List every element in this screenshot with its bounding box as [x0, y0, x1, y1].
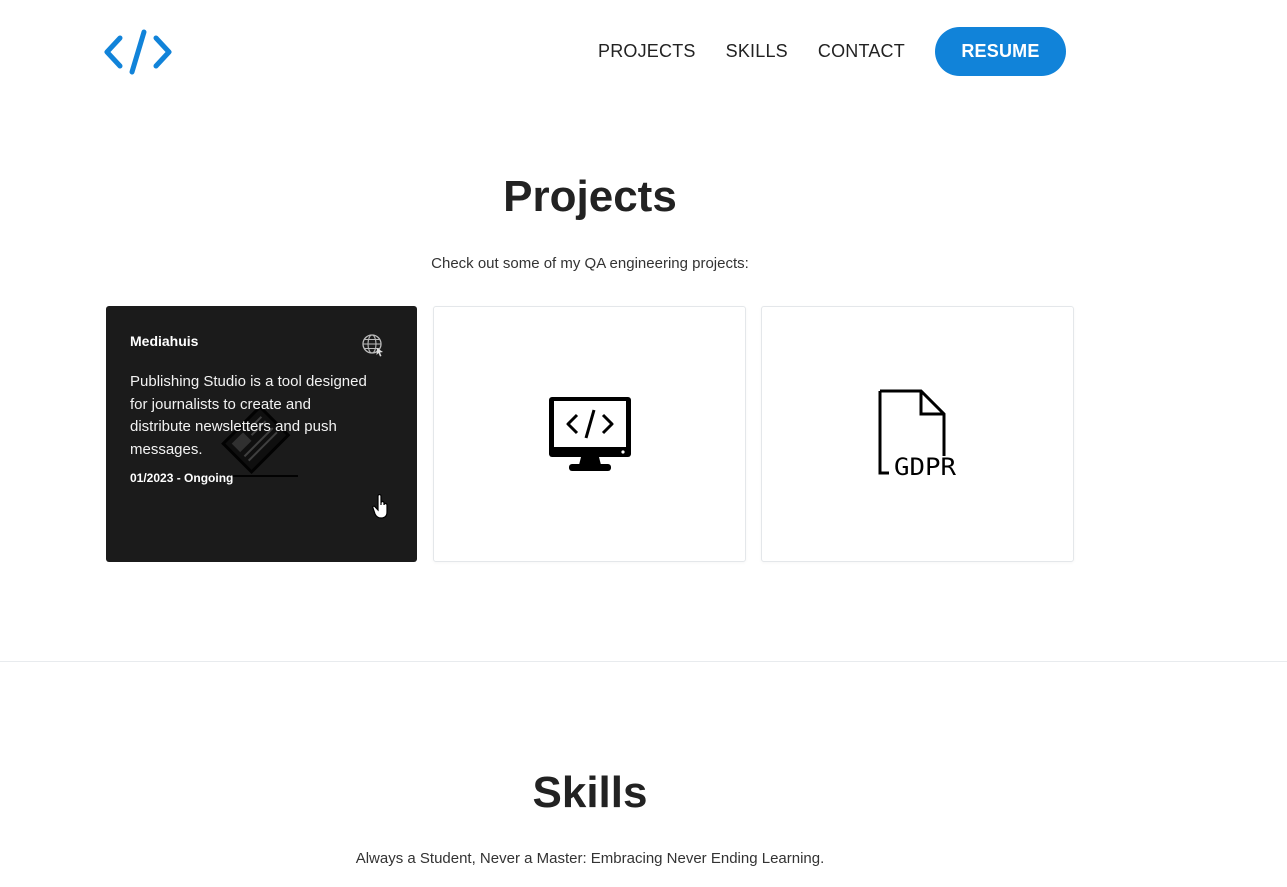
globe-icon[interactable] [361, 333, 385, 357]
project-card-title: Mediahuis [130, 333, 199, 349]
hand-cursor-icon [372, 494, 388, 519]
projects-subtitle: Check out some of my QA engineering proj… [431, 255, 749, 272]
nav-contact[interactable]: CONTACT [818, 41, 905, 62]
project-card-code[interactable] [433, 306, 746, 562]
project-card-description: Publishing Studio is a tool designed for… [130, 373, 367, 458]
skills-subtitle: Always a Student, Never a Master: Embrac… [355, 850, 825, 867]
gdpr-document-icon: GDPR [878, 389, 957, 479]
gdpr-icon-label: GDPR [894, 453, 957, 479]
code-brackets-icon[interactable] [104, 28, 172, 76]
project-card-date: 01/2023 - Ongoing [130, 471, 234, 485]
projects-title: Projects [503, 172, 677, 221]
section-divider [0, 661, 1287, 662]
main-nav: PROJECTS SKILLS CONTACT RESUME [598, 27, 1066, 76]
resume-button[interactable]: RESUME [934, 27, 1066, 76]
nav-projects[interactable]: PROJECTS [598, 41, 696, 62]
project-card-mediahuis[interactable]: Mediahuis Publishing Studio is a tool de… [106, 306, 417, 562]
project-card-gdpr[interactable]: GDPR [761, 306, 1074, 562]
skills-title: Skills [532, 768, 648, 817]
computer-code-icon [548, 397, 631, 471]
nav-skills[interactable]: SKILLS [726, 41, 788, 62]
